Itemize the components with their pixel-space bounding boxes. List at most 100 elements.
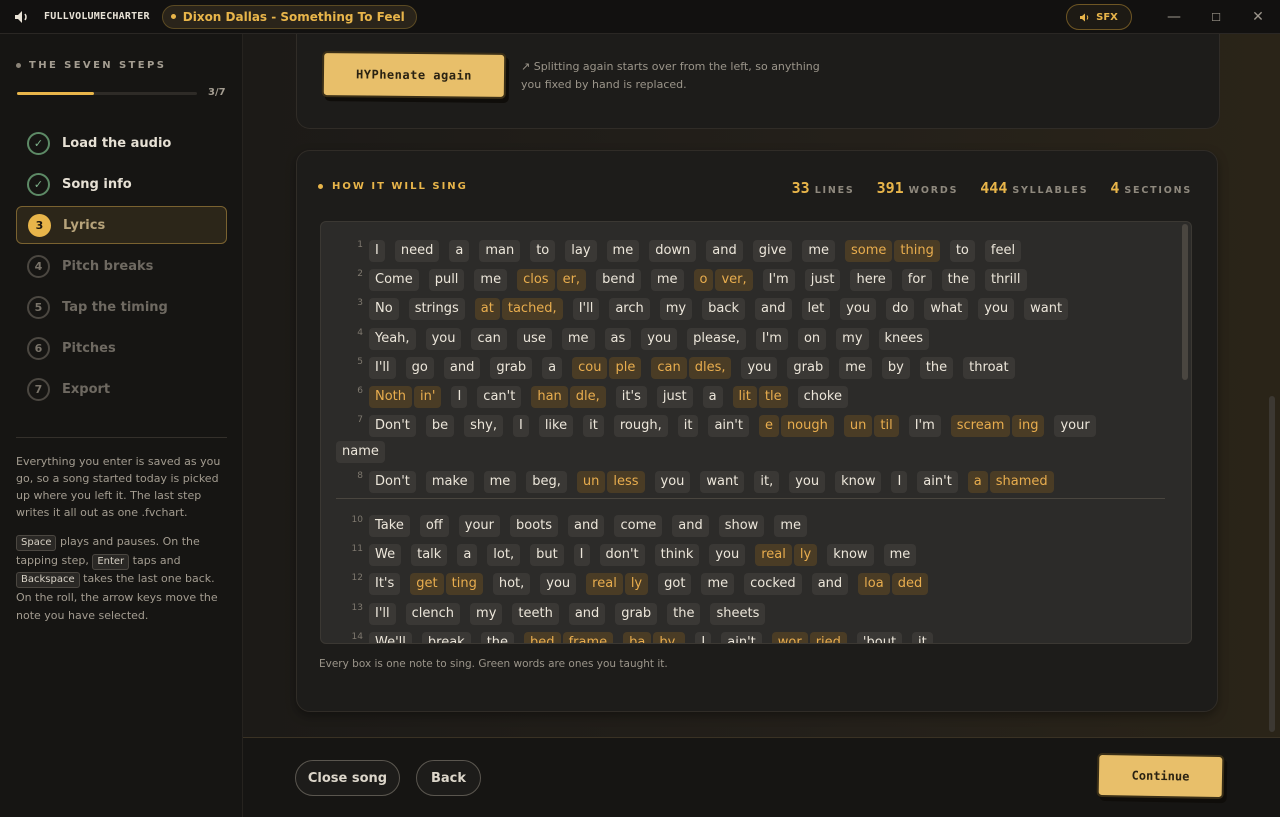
syllable-box[interactable]: loa bbox=[858, 573, 890, 595]
syllable-box[interactable]: strings bbox=[408, 298, 465, 320]
back-button[interactable]: Back bbox=[416, 760, 481, 796]
syllable-box[interactable]: I bbox=[512, 415, 529, 437]
syllable-box[interactable]: a bbox=[449, 240, 470, 262]
syllable-box[interactable]: the bbox=[941, 269, 975, 291]
syllable-box[interactable]: tle bbox=[758, 386, 788, 408]
syllable-box[interactable]: you bbox=[789, 471, 826, 493]
syllable-box[interactable]: talk bbox=[411, 544, 448, 566]
syllable-box[interactable]: get bbox=[410, 573, 444, 595]
syllable-box[interactable]: rough, bbox=[613, 415, 668, 437]
syllable-box[interactable]: to bbox=[530, 240, 556, 262]
syllable-box[interactable]: un bbox=[843, 415, 873, 437]
syllable-box[interactable]: lay bbox=[565, 240, 597, 262]
syllable-box[interactable]: man bbox=[479, 240, 521, 262]
lyrics-scrollbar-thumb[interactable] bbox=[1182, 224, 1188, 380]
syllable-box[interactable]: tached, bbox=[501, 298, 563, 320]
syllable-box[interactable]: you bbox=[741, 357, 778, 379]
syllable-box[interactable]: can't bbox=[477, 386, 522, 408]
syllable-box[interactable]: It's bbox=[369, 573, 401, 595]
syllable-box[interactable]: just bbox=[656, 386, 693, 408]
syllable-box[interactable]: as bbox=[604, 328, 632, 350]
syllable-box[interactable]: show bbox=[718, 515, 765, 537]
syllable-box[interactable]: make bbox=[425, 471, 474, 493]
syllable-box[interactable]: ing bbox=[1012, 415, 1045, 437]
syllable-box[interactable]: boots bbox=[509, 515, 559, 537]
syllable-box[interactable]: me bbox=[474, 269, 508, 291]
syllable-box[interactable]: just bbox=[804, 269, 841, 291]
syllable-box[interactable]: me bbox=[483, 471, 517, 493]
syllable-box[interactable]: got bbox=[658, 573, 692, 595]
syllable-box[interactable]: please, bbox=[687, 328, 746, 350]
syllable-box[interactable]: you bbox=[641, 328, 678, 350]
syllable-box[interactable]: name bbox=[336, 441, 385, 463]
syllable-box[interactable]: my bbox=[659, 298, 693, 320]
syllable-box[interactable]: grab bbox=[490, 357, 533, 379]
syllable-box[interactable]: bed bbox=[524, 632, 561, 643]
syllable-box[interactable]: sheets bbox=[710, 603, 766, 625]
syllable-box[interactable]: me bbox=[561, 328, 595, 350]
syllable-box[interactable]: scream bbox=[950, 415, 1011, 437]
close-window-button[interactable]: ✕ bbox=[1239, 0, 1277, 34]
syllable-box[interactable]: I bbox=[573, 544, 590, 566]
syllable-box[interactable]: We'll bbox=[369, 632, 412, 643]
syllable-box[interactable]: you bbox=[425, 328, 462, 350]
syllable-box[interactable]: grab bbox=[787, 357, 830, 379]
hyphenate-again-button[interactable]: HYPhenate again bbox=[321, 51, 507, 99]
syllable-box[interactable]: bend bbox=[596, 269, 641, 291]
syllable-box[interactable]: the bbox=[667, 603, 701, 625]
syllable-box[interactable]: No bbox=[369, 298, 399, 320]
syllable-box[interactable]: need bbox=[394, 240, 440, 262]
syllable-box[interactable]: me bbox=[650, 269, 684, 291]
syllable-box[interactable]: to bbox=[949, 240, 975, 262]
syllable-box[interactable]: you bbox=[978, 298, 1015, 320]
syllable-box[interactable]: it's bbox=[615, 386, 647, 408]
syllable-box[interactable]: the bbox=[919, 357, 954, 379]
syllable-box[interactable]: hot, bbox=[492, 573, 531, 595]
syllable-box[interactable]: frame bbox=[562, 632, 614, 643]
syllable-box[interactable]: and bbox=[706, 240, 743, 262]
syllable-box[interactable]: ly bbox=[793, 544, 818, 566]
syllable-box[interactable]: give bbox=[752, 240, 793, 262]
syllable-box[interactable]: real bbox=[586, 573, 623, 595]
syllable-box[interactable]: throat bbox=[963, 357, 1015, 379]
syllable-box[interactable]: know bbox=[827, 544, 874, 566]
syllable-box[interactable]: knees bbox=[878, 328, 930, 350]
syllable-box[interactable]: Yeah, bbox=[369, 328, 416, 350]
syllable-box[interactable]: ded bbox=[891, 573, 929, 595]
syllable-box[interactable]: me bbox=[701, 573, 735, 595]
speaker-icon[interactable] bbox=[14, 10, 32, 24]
syllable-box[interactable]: thrill bbox=[984, 269, 1027, 291]
syllable-box[interactable]: think bbox=[654, 544, 700, 566]
syllable-box[interactable]: ting bbox=[445, 573, 483, 595]
syllable-box[interactable]: your bbox=[458, 515, 500, 537]
syllable-box[interactable]: Come bbox=[369, 269, 419, 291]
syllable-box[interactable]: and bbox=[811, 573, 849, 595]
syllable-box[interactable]: you bbox=[654, 471, 691, 493]
syllable-box[interactable]: ver, bbox=[715, 269, 753, 291]
syllable-box[interactable]: beg, bbox=[526, 471, 567, 493]
syllable-box[interactable]: and bbox=[755, 298, 792, 320]
syllable-box[interactable]: clench bbox=[405, 603, 461, 625]
step-pitch-breaks[interactable]: 4 Pitch breaks bbox=[16, 247, 227, 285]
syllable-box[interactable]: by bbox=[881, 357, 910, 379]
step-lyrics[interactable]: 3 Lyrics bbox=[16, 206, 227, 244]
syllable-box[interactable]: what bbox=[924, 298, 969, 320]
syllable-box[interactable]: can bbox=[471, 328, 507, 350]
syllable-box[interactable]: come bbox=[614, 515, 663, 537]
syllable-box[interactable]: I'll bbox=[369, 357, 396, 379]
syllable-box[interactable]: me bbox=[839, 357, 872, 379]
syllable-box[interactable]: and bbox=[568, 603, 606, 625]
syllable-box[interactable]: less bbox=[607, 471, 645, 493]
syllable-box[interactable]: the bbox=[480, 632, 515, 643]
syllable-box[interactable]: teeth bbox=[512, 603, 559, 625]
syllable-box[interactable]: ain't bbox=[917, 471, 958, 493]
syllable-box[interactable]: but bbox=[530, 544, 564, 566]
syllable-box[interactable]: Don't bbox=[369, 471, 416, 493]
syllable-box[interactable]: feel bbox=[984, 240, 1022, 262]
step-pitches[interactable]: 6 Pitches bbox=[16, 329, 227, 367]
syllable-box[interactable]: wor bbox=[771, 632, 808, 643]
close-song-button[interactable]: Close song bbox=[295, 760, 400, 796]
syllable-box[interactable]: shamed bbox=[989, 471, 1054, 493]
syllable-box[interactable]: dles, bbox=[688, 357, 732, 379]
main-scrollbar-thumb[interactable] bbox=[1269, 396, 1275, 732]
